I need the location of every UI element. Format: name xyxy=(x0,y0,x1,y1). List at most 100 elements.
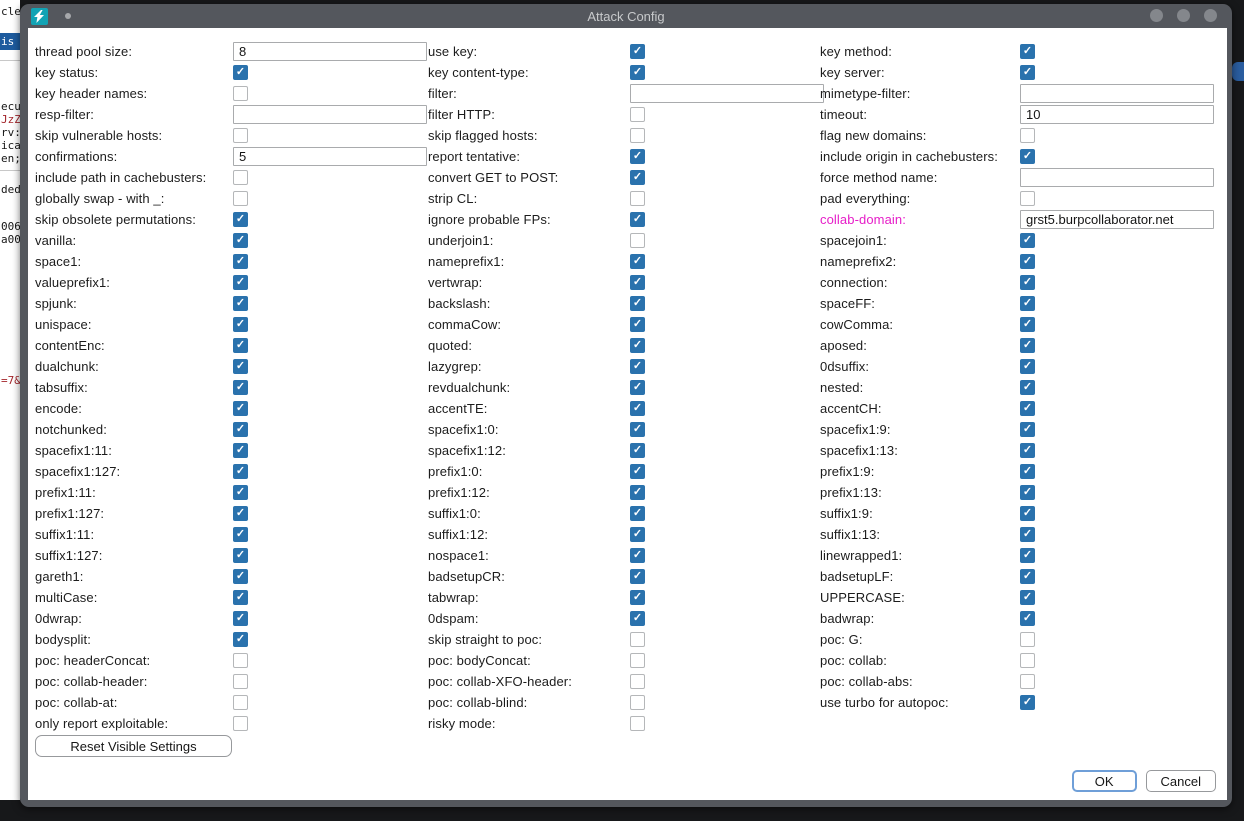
checkbox-nameprefix1[interactable] xyxy=(630,254,645,269)
checkbox-vertwrap[interactable] xyxy=(630,275,645,290)
checkbox-poc-headerconcat[interactable] xyxy=(233,653,248,668)
checkbox-notchunked[interactable] xyxy=(233,422,248,437)
text-input-thread-pool-size[interactable] xyxy=(233,42,427,61)
checkbox-lazygrep[interactable] xyxy=(630,359,645,374)
checkbox-suffix1-9[interactable] xyxy=(1020,506,1035,521)
checkbox-badsetupcr[interactable] xyxy=(630,569,645,584)
checkbox-revdualchunk[interactable] xyxy=(630,380,645,395)
checkbox-key-method[interactable] xyxy=(1020,44,1035,59)
checkbox-prefix1-13[interactable] xyxy=(1020,485,1035,500)
checkbox-poc-collab-abs[interactable] xyxy=(1020,674,1035,689)
text-input-resp-filter[interactable] xyxy=(233,105,427,124)
checkbox-0dspam[interactable] xyxy=(630,611,645,626)
checkbox-space1[interactable] xyxy=(233,254,248,269)
checkbox-bodysplit[interactable] xyxy=(233,632,248,647)
checkbox-key-header-names[interactable] xyxy=(233,86,248,101)
checkbox-use-turbo-for-autopoc[interactable] xyxy=(1020,695,1035,710)
reset-visible-settings-button[interactable]: Reset Visible Settings xyxy=(35,735,232,757)
dialog-titlebar[interactable]: Attack Config xyxy=(20,4,1232,28)
checkbox-poc-g[interactable] xyxy=(1020,632,1035,647)
checkbox-spjunk[interactable] xyxy=(233,296,248,311)
checkbox-spacefix1-9[interactable] xyxy=(1020,422,1035,437)
checkbox-spacefix1-11[interactable] xyxy=(233,443,248,458)
checkbox-spacefix1-127[interactable] xyxy=(233,464,248,479)
checkbox-nested[interactable] xyxy=(1020,380,1035,395)
checkbox-spaceff[interactable] xyxy=(1020,296,1035,311)
text-input-mimetype-filter[interactable] xyxy=(1020,84,1214,103)
checkbox-unispace[interactable] xyxy=(233,317,248,332)
checkbox-use-key[interactable] xyxy=(630,44,645,59)
checkbox-suffix1-12[interactable] xyxy=(630,527,645,542)
checkbox-skip-vulnerable-hosts[interactable] xyxy=(233,128,248,143)
checkbox-spacejoin1[interactable] xyxy=(1020,233,1035,248)
checkbox-prefix1-12[interactable] xyxy=(630,485,645,500)
checkbox-suffix1-127[interactable] xyxy=(233,548,248,563)
checkbox-poc-collab-xfo-header[interactable] xyxy=(630,674,645,689)
checkbox-quoted[interactable] xyxy=(630,338,645,353)
checkbox-suffix1-13[interactable] xyxy=(1020,527,1035,542)
checkbox-0dwrap[interactable] xyxy=(233,611,248,626)
checkbox-prefix1-127[interactable] xyxy=(233,506,248,521)
checkbox-report-tentative[interactable] xyxy=(630,149,645,164)
checkbox-convert-get-to-post[interactable] xyxy=(630,170,645,185)
checkbox-commacow[interactable] xyxy=(630,317,645,332)
checkbox-uppercase[interactable] xyxy=(1020,590,1035,605)
checkbox-contentenc[interactable] xyxy=(233,338,248,353)
checkbox-poc-bodyconcat[interactable] xyxy=(630,653,645,668)
checkbox-dualchunk[interactable] xyxy=(233,359,248,374)
checkbox-skip-obsolete-permutations[interactable] xyxy=(233,212,248,227)
checkbox-filter-http[interactable] xyxy=(630,107,645,122)
checkbox-key-server[interactable] xyxy=(1020,65,1035,80)
checkbox-flag-new-domains[interactable] xyxy=(1020,128,1035,143)
cancel-button[interactable]: Cancel xyxy=(1146,770,1216,792)
checkbox-tabsuffix[interactable] xyxy=(233,380,248,395)
checkbox-badwrap[interactable] xyxy=(1020,611,1035,626)
checkbox-include-path-in-cachebusters[interactable] xyxy=(233,170,248,185)
checkbox-poc-collab-at[interactable] xyxy=(233,695,248,710)
checkbox-include-origin-in-cachebusters[interactable] xyxy=(1020,149,1035,164)
checkbox-suffix1-0[interactable] xyxy=(630,506,645,521)
checkbox-linewrapped1[interactable] xyxy=(1020,548,1035,563)
text-input-timeout[interactable] xyxy=(1020,105,1214,124)
checkbox-poc-collab[interactable] xyxy=(1020,653,1035,668)
checkbox-spacefix1-13[interactable] xyxy=(1020,443,1035,458)
window-minimize-button[interactable] xyxy=(1150,9,1163,22)
checkbox-multicase[interactable] xyxy=(233,590,248,605)
checkbox-key-content-type[interactable] xyxy=(630,65,645,80)
checkbox-tabwrap[interactable] xyxy=(630,590,645,605)
text-input-confirmations[interactable] xyxy=(233,147,427,166)
checkbox-skip-flagged-hosts[interactable] xyxy=(630,128,645,143)
checkbox-risky-mode[interactable] xyxy=(630,716,645,731)
checkbox-prefix1-9[interactable] xyxy=(1020,464,1035,479)
checkbox-spacefix1-0[interactable] xyxy=(630,422,645,437)
checkbox-skip-straight-to-poc[interactable] xyxy=(630,632,645,647)
checkbox-spacefix1-12[interactable] xyxy=(630,443,645,458)
checkbox-vanilla[interactable] xyxy=(233,233,248,248)
ok-button[interactable]: OK xyxy=(1072,770,1137,792)
text-input-force-method-name[interactable] xyxy=(1020,168,1214,187)
checkbox-key-status[interactable] xyxy=(233,65,248,80)
checkbox-accentch[interactable] xyxy=(1020,401,1035,416)
checkbox-suffix1-11[interactable] xyxy=(233,527,248,542)
checkbox-nospace1[interactable] xyxy=(630,548,645,563)
checkbox-connection[interactable] xyxy=(1020,275,1035,290)
checkbox-0dsuffix[interactable] xyxy=(1020,359,1035,374)
checkbox-strip-cl[interactable] xyxy=(630,191,645,206)
checkbox-only-report-exploitable[interactable] xyxy=(233,716,248,731)
checkbox-valueprefix1[interactable] xyxy=(233,275,248,290)
checkbox-backslash[interactable] xyxy=(630,296,645,311)
window-close-button[interactable] xyxy=(1204,9,1217,22)
checkbox-ignore-probable-fps[interactable] xyxy=(630,212,645,227)
checkbox-badsetuplf[interactable] xyxy=(1020,569,1035,584)
checkbox-underjoin1[interactable] xyxy=(630,233,645,248)
checkbox-gareth1[interactable] xyxy=(233,569,248,584)
checkbox-cowcomma[interactable] xyxy=(1020,317,1035,332)
text-input-filter[interactable] xyxy=(630,84,824,103)
checkbox-prefix1-0[interactable] xyxy=(630,464,645,479)
checkbox-globally-swap-with[interactable] xyxy=(233,191,248,206)
checkbox-encode[interactable] xyxy=(233,401,248,416)
text-input-collab-domain[interactable] xyxy=(1020,210,1214,229)
checkbox-poc-collab-header[interactable] xyxy=(233,674,248,689)
checkbox-prefix1-11[interactable] xyxy=(233,485,248,500)
window-maximize-button[interactable] xyxy=(1177,9,1190,22)
